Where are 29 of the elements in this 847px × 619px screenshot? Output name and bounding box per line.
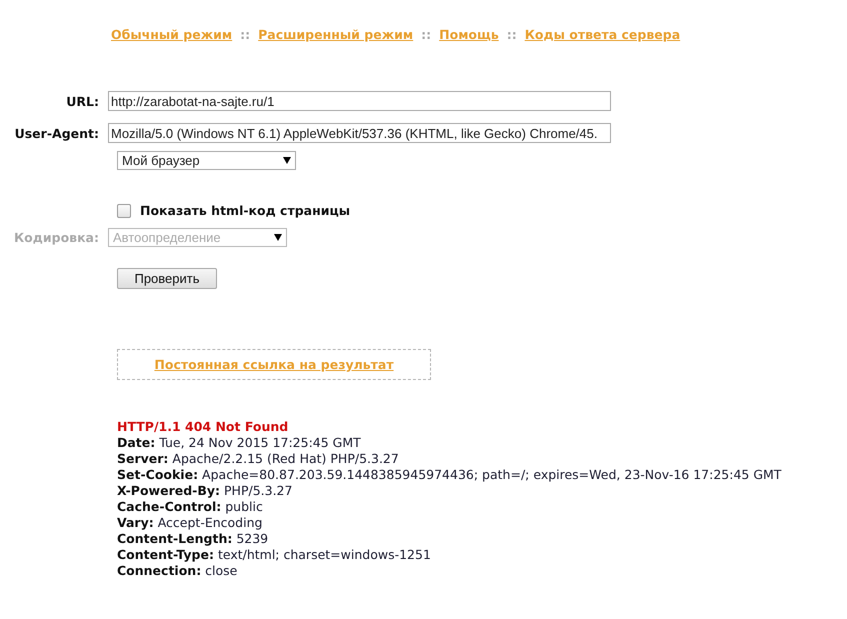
nav-link[interactable]: Обычный режим	[111, 27, 232, 42]
nav-link[interactable]: Расширенный режим	[258, 27, 414, 42]
nav-link[interactable]: Помощь	[439, 27, 499, 42]
nav-link[interactable]: Коды ответа сервера	[524, 27, 680, 42]
header-line: Connection: close	[117, 563, 238, 579]
show-html-label: Показать html-код страницы	[140, 203, 350, 218]
url-label: URL:	[65, 94, 100, 108]
header-line: X-Powered-By: PHP/5.3.27	[117, 483, 294, 499]
nav-separator: ::	[421, 27, 432, 42]
url-input[interactable]: http://zarabotat-na-sajte.ru/1	[108, 91, 611, 111]
header-line: Content-Length: 5239	[117, 531, 270, 547]
header-line: Set-Cookie: Apache=80.87.203.59.1448385945974436; path=/; expires=Wed, 23-Nov-16 17:25:45 GMT	[117, 467, 782, 483]
header-line: Content-Type: text/html; charset=windows-1251	[117, 547, 432, 563]
user-agent-label: User-Agent:	[14, 126, 100, 140]
caret-icon	[283, 157, 291, 164]
browser-select[interactable]: Мой браузер	[117, 151, 296, 170]
header-line: Server: Apache/2.2.15 (Red Hat) PHP/5.3.27	[117, 451, 400, 467]
permalink-link[interactable]: Постоянная ссылка на результат	[154, 357, 394, 372]
user-agent-input[interactable]: Mozilla/5.0 (Windows NT 6.1) AppleWebKit/537.36 (KHTML, like Gecko) Chrome/45.	[108, 123, 611, 143]
caret-icon	[274, 234, 282, 241]
header-line: Cache-Control: public	[117, 499, 264, 515]
response-status: HTTP/1.1 404 Not Found	[117, 419, 290, 435]
header-line: Vary: Accept-Encoding	[117, 515, 264, 531]
encoding-label: Кодировка:	[12, 230, 100, 245]
check-button[interactable]: Проверить	[117, 268, 217, 289]
nav-separator: ::	[506, 27, 517, 42]
show-html-checkbox[interactable]	[117, 204, 131, 218]
nav-separator: ::	[240, 27, 250, 42]
header-line: Date: Tue, 24 Nov 2015 17:25:45 GMT	[117, 435, 362, 451]
